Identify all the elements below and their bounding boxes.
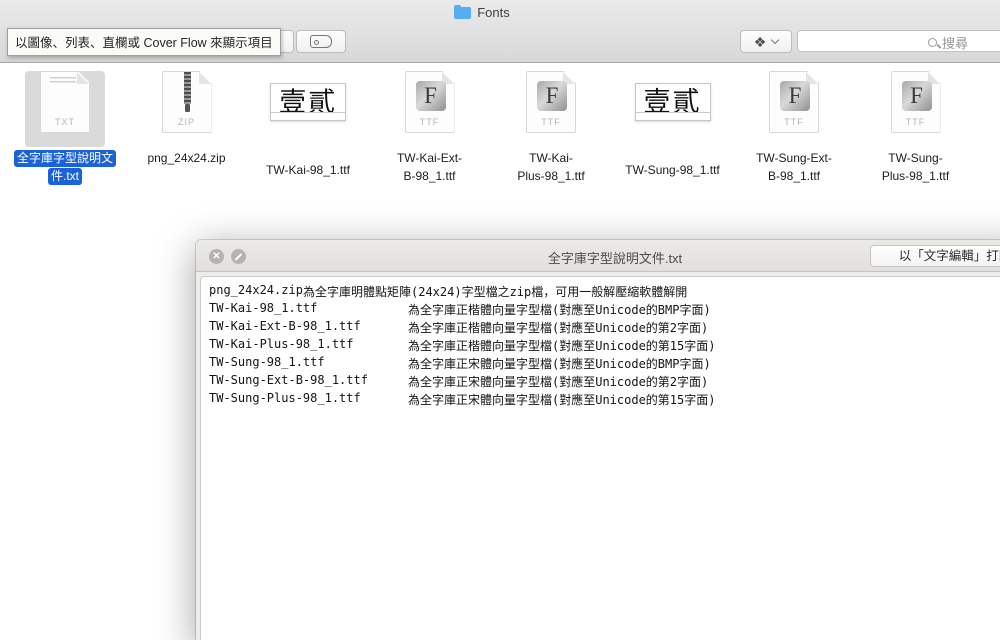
zip-file-icon: ZIP [162, 71, 212, 133]
search-placeholder: 搜尋 [942, 33, 968, 52]
dropbox-icon: ❖ [754, 35, 767, 49]
file-item-3[interactable]: 壹貳 TW-Kai-98_1.ttf [247, 64, 369, 180]
file-label: TW-Kai-Ext-B-98_1.ttf [369, 150, 491, 185]
file-label: TW-Kai-98_1.ttf [247, 162, 369, 180]
search-icon [928, 38, 937, 47]
chevron-down-icon [771, 36, 779, 44]
open-with-button[interactable]: 以「文字編輯」打開 [870, 245, 1000, 267]
window-title-area: Fonts [0, 5, 1000, 22]
folder-icon [454, 7, 471, 19]
text-line: png_24x24.zip為全字庫明體點矩陣(24x24)字型檔之zip檔，可用… [209, 283, 1000, 301]
text-preview: png_24x24.zip為全字庫明體點矩陣(24x24)字型檔之zip檔，可用… [201, 277, 1000, 415]
file-label: TW-Sung-98_1.ttf [612, 162, 734, 180]
text-preview-box: png_24x24.zip為全字庫明體點矩陣(24x24)字型檔之zip檔，可用… [200, 276, 1000, 640]
file-item-4[interactable]: FTTF TW-Kai-Ext-B-98_1.ttf [369, 64, 491, 185]
finder-window: Fonts ⚙ ❖ 搜尋 [0, 0, 1000, 640]
font-preview-icon: 壹貳 [270, 83, 346, 121]
file-label: TW-Kai-Plus-98_1.ttf [490, 150, 612, 185]
ttf-file-icon: FTTF [769, 71, 819, 133]
text-line: TW-Sung-Ext-B-98_1.ttf為全字庫正宋體向量字型檔(對應至Un… [209, 373, 1000, 391]
tags-button[interactable] [296, 30, 346, 53]
file-label: png_24x24.zip [126, 150, 248, 168]
file-item-7[interactable]: FTTF TW-Sung-Ext-B-98_1.ttf [733, 64, 855, 185]
quicklook-window: ✕ 全字庫字型說明文件.txt 以「文字編輯」打開 png_24x24.zip為… [196, 240, 1000, 640]
ttf-file-icon: FTTF [405, 71, 455, 133]
quicklook-content: png_24x24.zip為全字庫明體點矩陣(24x24)字型檔之zip檔，可用… [196, 272, 1000, 640]
finder-toolbar: Fonts ⚙ ❖ 搜尋 [0, 0, 1000, 63]
text-line: TW-Kai-Ext-B-98_1.ttf為全字庫正楷體向量字型檔(對應至Uni… [209, 319, 1000, 337]
ttf-file-icon: FTTF [526, 71, 576, 133]
font-preview-icon: 壹貳 [635, 83, 711, 121]
file-label: 全字庫字型說明文件.txt [4, 150, 126, 185]
search-input[interactable]: 搜尋 [797, 30, 1000, 52]
file-label: TW-Sung-Ext-B-98_1.ttf [733, 150, 855, 185]
file-label: TW-Sung-Plus-98_1.ttf [855, 150, 977, 185]
text-line: TW-Sung-Plus-98_1.ttf為全字庫正宋體向量字型檔(對應至Uni… [209, 391, 1000, 409]
text-line: TW-Sung-98_1.ttf為全字庫正宋體向量字型檔(對應至Unicode的… [209, 355, 1000, 373]
window-title: Fonts [477, 5, 510, 20]
file-item-8[interactable]: FTTF TW-Sung-Plus-98_1.ttf [855, 64, 977, 185]
text-line: TW-Kai-Plus-98_1.ttf為全字庫正楷體向量字型檔(對應至Unic… [209, 337, 1000, 355]
quicklook-titlebar[interactable]: ✕ 全字庫字型說明文件.txt 以「文字編輯」打開 [196, 240, 1000, 272]
file-item-1[interactable]: TXT 全字庫字型說明文件.txt [4, 64, 126, 185]
view-tooltip: 以圖像、列表、直欄或 Cover Flow 來顯示項目 [7, 28, 281, 56]
file-item-5[interactable]: FTTF TW-Kai-Plus-98_1.ttf [490, 64, 612, 185]
file-item-6[interactable]: 壹貳 TW-Sung-98_1.ttf [612, 64, 734, 180]
tag-icon [310, 35, 332, 48]
ttf-file-icon: FTTF [891, 71, 941, 133]
file-item-2[interactable]: ZIP png_24x24.zip [126, 64, 248, 168]
text-line: TW-Kai-98_1.ttf為全字庫正楷體向量字型檔(對應至Unicode的B… [209, 301, 1000, 319]
txt-file-icon: TXT [40, 71, 90, 133]
dropbox-button[interactable]: ❖ [740, 30, 792, 53]
